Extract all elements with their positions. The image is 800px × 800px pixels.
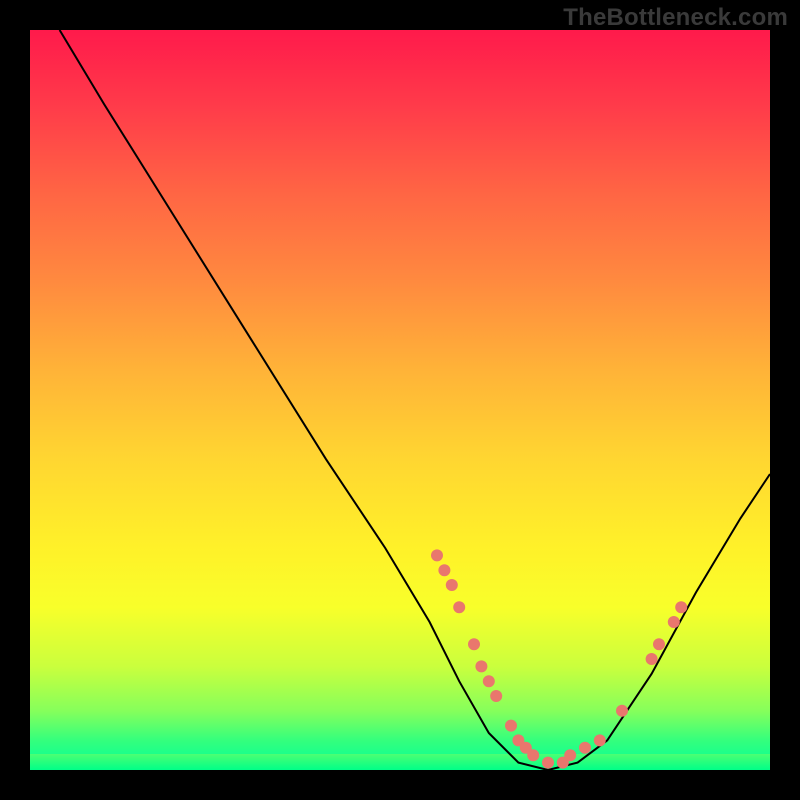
watermark-text: TheBottleneck.com — [563, 4, 788, 32]
data-point-marker — [527, 749, 539, 761]
data-point-marker — [542, 757, 554, 769]
data-point-marker — [675, 601, 687, 613]
data-point-marker — [594, 734, 606, 746]
data-point-marker — [475, 660, 487, 672]
data-point-marker — [579, 742, 591, 754]
data-point-marker — [564, 749, 576, 761]
data-point-marker — [668, 616, 680, 628]
data-point-marker — [438, 564, 450, 576]
data-point-marker — [490, 690, 502, 702]
data-point-marker — [646, 653, 658, 665]
bottleneck-curve — [60, 30, 770, 770]
data-point-marker — [653, 638, 665, 650]
data-point-marker — [453, 601, 465, 613]
chart-frame: TheBottleneck.com — [0, 0, 800, 800]
data-point-marker — [505, 720, 517, 732]
plot-area — [30, 30, 770, 770]
data-point-marker — [431, 549, 443, 561]
data-point-marker — [446, 579, 458, 591]
data-point-marker — [483, 675, 495, 687]
bottleneck-markers — [431, 549, 687, 768]
bottleneck-curve-svg — [30, 30, 770, 770]
data-point-marker — [468, 638, 480, 650]
data-point-marker — [616, 705, 628, 717]
